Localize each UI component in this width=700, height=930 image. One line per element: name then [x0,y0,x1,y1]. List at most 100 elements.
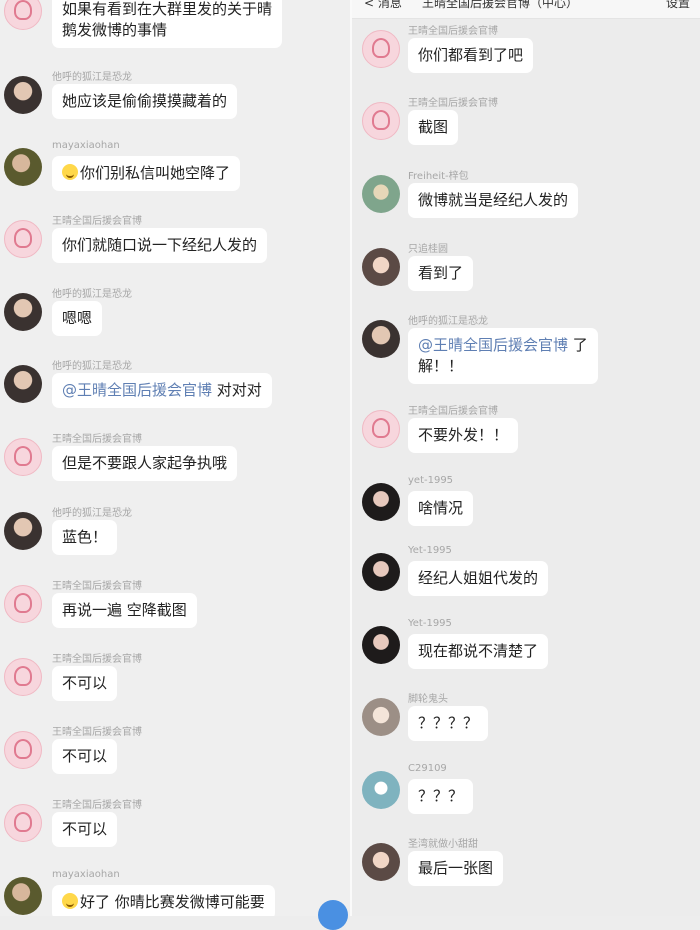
message-line: 蓝色！ [62,527,107,548]
message-line: 最后一张图 [418,858,493,879]
sender-name: Freiheit-梓包 [408,171,469,182]
message-text: 啥情况 [418,499,464,517]
message-text: 你们都看到了吧 [418,46,524,64]
message-text: 蓝色！ [62,528,108,546]
avatar[interactable] [4,877,42,915]
message-bubble[interactable]: 微博就当是经纪人发的 [408,183,579,218]
message-bubble[interactable]: 最后一张图 [408,851,504,886]
avatar[interactable] [362,843,400,881]
message-line: 你们都看到了吧 [418,45,523,66]
message-line: 你们别私信叫她空降了 [62,163,230,184]
message-line: 你们就随口说一下经纪人发的 [62,235,257,256]
message-text: 不要外发！！ [418,426,509,444]
message-bubble[interactable]: 啥情况 [408,491,474,526]
chat-title: 王晴全国后援会官博（中心） [422,0,579,10]
sender-name: 王晴全国后援会官博 [52,216,142,227]
settings-button[interactable]: 设置 [666,0,690,11]
message-bubble[interactable]: 截图 [408,110,459,145]
message-text: 现在都说不清楚了 [418,642,539,660]
avatar[interactable] [4,438,42,476]
message-line: 她应该是偷偷摸摸藏着的 [62,91,227,112]
sender-name: 王晴全国后援会官博 [408,26,498,37]
message-text: 了 [568,336,588,354]
avatar[interactable] [362,102,400,140]
sender-name: mayaxiaohan [52,140,120,151]
message-text: 再说一遍 空降截图 [62,601,187,619]
message-bubble[interactable]: 你们都看到了吧 [408,38,534,73]
sender-name: C29109 [408,763,447,774]
message-bubble[interactable]: ？？？？ [408,706,489,741]
top-bar: < 消息 王晴全国后援会官博（中心） 设置 [352,0,700,19]
avatar[interactable] [362,771,400,809]
message-bubble[interactable]: 不要外发！！ [408,418,519,453]
message-text: 不可以 [62,820,108,838]
avatar[interactable] [4,0,42,30]
message-line: 微博就当是经纪人发的 [418,190,568,211]
message-bubble[interactable]: 蓝色！ [52,520,118,555]
message-bubble[interactable]: 你们就随口说一下经纪人发的 [52,228,268,263]
sender-name: yet-1995 [408,475,454,486]
message-bubble[interactable]: 好了 你晴比赛发微博可能要 [52,885,275,916]
avatar[interactable] [362,553,400,591]
avatar[interactable] [4,293,42,331]
message-bubble[interactable]: 但是不要跟人家起争执哦 [52,446,238,481]
message-line: 看到了 [418,263,463,284]
avatar[interactable] [4,585,42,623]
message-bubble[interactable]: 现在都说不清楚了 [408,634,549,669]
sender-name: 他呼的狐江是恐龙 [52,72,132,83]
message-text: 解！！ [418,357,464,375]
avatar[interactable] [362,698,400,736]
message-line: 啥情况 [418,498,463,519]
message-line: 截图 [418,117,448,138]
avatar[interactable] [362,248,400,286]
message-bubble[interactable]: 再说一遍 空降截图 [52,593,197,628]
message-text: 嗯嗯 [62,309,93,327]
message-line: @王晴全国后援会官博 对对对 [62,380,262,401]
message-line: 不要外发！！ [418,425,508,446]
mention-link[interactable]: @王晴全国后援会官博 [62,381,212,399]
avatar[interactable] [4,512,42,550]
message-line: 现在都说不清楚了 [418,641,538,662]
message-text: 截图 [418,118,449,136]
avatar[interactable] [362,626,400,664]
message-bubble[interactable]: 她应该是偷偷摸摸藏着的 [52,84,238,119]
message-text: 她应该是偷偷摸摸藏着的 [62,92,228,110]
message-bubble[interactable]: 你们别私信叫她空降了 [52,156,241,191]
message-bubble[interactable]: 不可以 [52,812,118,847]
avatar[interactable] [362,483,400,521]
message-text: 微博就当是经纪人发的 [418,191,569,209]
message-bubble[interactable]: @王晴全国后援会官博 了解！！ [408,328,598,384]
avatar[interactable] [4,731,42,769]
new-message-button[interactable] [318,900,348,930]
message-bubble[interactable]: @王晴全国后援会官博 对对对 [52,373,272,408]
avatar[interactable] [362,175,400,213]
message-text: 对对对 [212,381,262,399]
message-bubble[interactable]: 不可以 [52,739,118,774]
avatar[interactable] [4,804,42,842]
message-text: 好了 你晴比赛发微博可能要 [80,893,265,911]
message-text: 如果有看到在大群里发的关于晴 [62,0,273,18]
message-bubble[interactable]: 嗯嗯 [52,301,103,336]
avatar[interactable] [362,320,400,358]
message-line: ？？？？ [418,713,478,734]
message-text: 最后一张图 [418,859,494,877]
avatar[interactable] [362,30,400,68]
avatar[interactable] [4,658,42,696]
mention-link[interactable]: @王晴全国后援会官博 [418,336,568,354]
avatar[interactable] [4,365,42,403]
avatar[interactable] [4,148,42,186]
sender-name: 王晴全国后援会官博 [52,581,142,592]
message-bubble[interactable]: 不可以 [52,666,118,701]
avatar[interactable] [4,220,42,258]
avatar[interactable] [362,410,400,448]
message-bubble[interactable]: 如果有看到在大群里发的关于晴 鹅发微博的事情 [52,0,283,48]
message-bubble[interactable]: 经纪人姐姐代发的 [408,561,549,596]
back-button[interactable]: < 消息 [364,0,402,11]
left-chat-panel: 如果有看到在大群里发的关于晴 鹅发微博的事情他呼的狐江是恐龙她应该是偷偷摸摸藏着的… [0,0,350,916]
message-line: 鹅发微博的事情 [62,20,272,41]
message-bubble[interactable]: ？？？ [408,779,474,814]
sender-name: 王晴全国后援会官博 [52,727,142,738]
message-text: 但是不要跟人家起争执哦 [62,454,228,472]
avatar[interactable] [4,76,42,114]
message-bubble[interactable]: 看到了 [408,256,474,291]
